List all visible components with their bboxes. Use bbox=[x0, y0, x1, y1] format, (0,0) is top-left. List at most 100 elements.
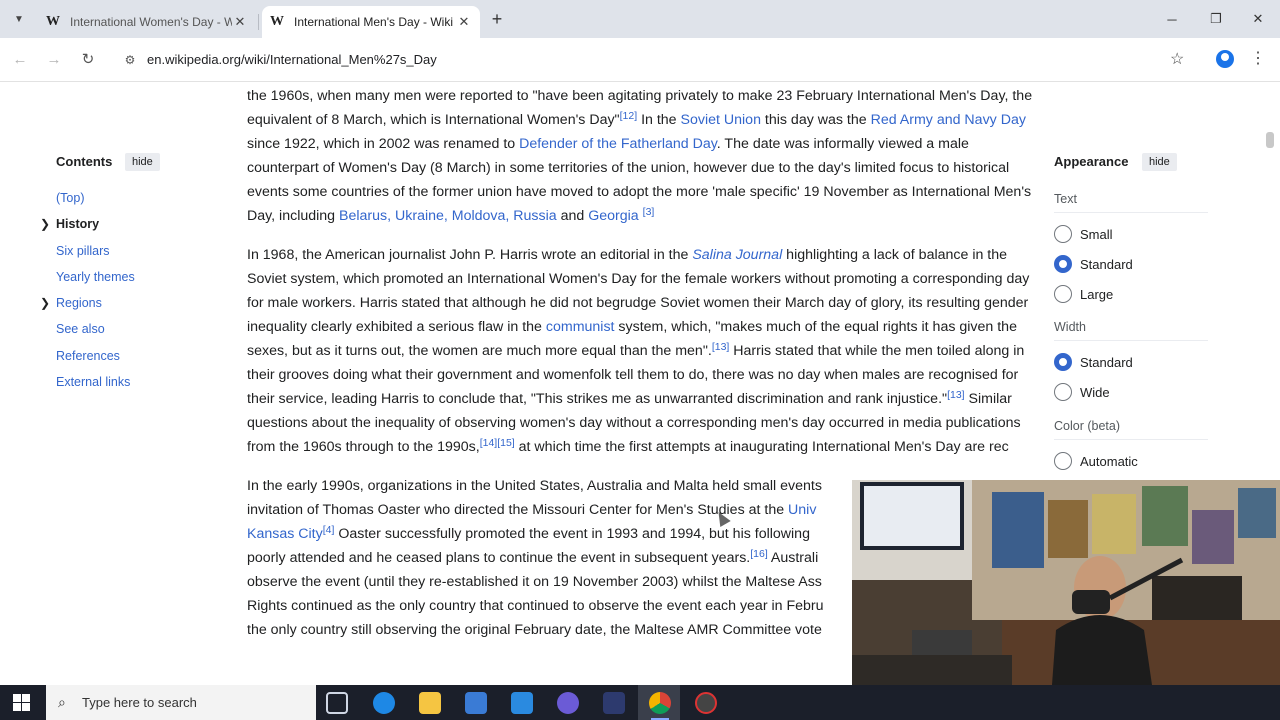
radio-label: Wide bbox=[1080, 385, 1110, 400]
expand-chevron-icon[interactable]: ❯ bbox=[40, 296, 50, 310]
mail-icon[interactable] bbox=[511, 692, 533, 714]
edge-browser-icon[interactable] bbox=[373, 692, 395, 714]
search-placeholder[interactable]: Type here to search bbox=[82, 695, 197, 710]
text: In the early 1990s, organizations in the… bbox=[247, 478, 822, 494]
calculator-icon[interactable] bbox=[603, 692, 625, 714]
link-soviet-union[interactable]: Soviet Union bbox=[681, 112, 761, 128]
tab-strip: ▼ W International Women's Day - W ✕ W In… bbox=[0, 0, 1280, 38]
radio-text-large[interactable] bbox=[1054, 285, 1072, 303]
citation-link[interactable]: [13] bbox=[712, 341, 730, 353]
radio-label: Standard bbox=[1080, 355, 1133, 370]
link-defender-day[interactable]: Defender of the Fatherland Day bbox=[519, 136, 717, 152]
new-tab-button[interactable]: + bbox=[486, 8, 508, 30]
tab-international-womens-day[interactable]: W International Women's Day - W ✕ bbox=[38, 6, 256, 38]
link-georgia[interactable]: Georgia bbox=[588, 208, 638, 224]
text: Australi bbox=[767, 550, 819, 566]
minimize-icon[interactable]: ─ bbox=[1150, 0, 1194, 38]
link-red-army-day[interactable]: Red Army and Navy Day bbox=[871, 112, 1026, 128]
radio-color-automatic[interactable] bbox=[1054, 452, 1072, 470]
bookmark-star-icon[interactable]: ☆ bbox=[1170, 49, 1184, 69]
toc-item-references[interactable]: References bbox=[56, 349, 120, 363]
tab-divider bbox=[258, 14, 259, 30]
restore-icon[interactable]: ❐ bbox=[1194, 0, 1238, 38]
paragraph-soviet-origins: the 1960s, when many men were reported t… bbox=[247, 84, 1037, 228]
text: poorly attended and he ceased plans to c… bbox=[247, 550, 751, 566]
page-scrollbar[interactable] bbox=[1266, 132, 1274, 148]
divider bbox=[1054, 439, 1208, 440]
site-info-icon[interactable]: ⚙ bbox=[122, 52, 138, 68]
webcam-image bbox=[852, 480, 1280, 685]
citation-link[interactable]: [4] bbox=[323, 524, 335, 536]
radio-label: Standard bbox=[1080, 257, 1133, 272]
obs-recorder-icon[interactable] bbox=[695, 692, 717, 714]
radio-width-wide[interactable] bbox=[1054, 383, 1072, 401]
link-communist[interactable]: communist bbox=[546, 319, 615, 335]
toc-item-see-also[interactable]: See also bbox=[56, 322, 105, 336]
link-countries[interactable]: Belarus, Ukraine, Moldova, Russia bbox=[339, 208, 557, 224]
link-salina-journal[interactable]: Salina Journal bbox=[692, 247, 782, 263]
appearance-hide-button[interactable]: hide bbox=[1142, 153, 1177, 171]
close-tab-icon[interactable]: ✕ bbox=[232, 14, 248, 30]
radio-label: Small bbox=[1080, 227, 1113, 242]
task-view-icon[interactable] bbox=[326, 692, 348, 714]
link-kansas-city[interactable]: Kansas City bbox=[247, 526, 323, 542]
appearance-heading: Appearance bbox=[1054, 154, 1129, 169]
more-menu-icon[interactable]: ⋮ bbox=[1250, 48, 1266, 68]
tab-search-icon[interactable]: ▼ bbox=[8, 8, 30, 30]
text: this day was the bbox=[760, 112, 871, 128]
citation-link[interactable]: [14][15] bbox=[480, 437, 515, 449]
text: In the bbox=[637, 112, 681, 128]
profile-avatar-icon[interactable] bbox=[1216, 50, 1234, 68]
toc-item-regions[interactable]: Regions bbox=[56, 296, 102, 310]
text: since 1922, which in 2002 was renamed to bbox=[247, 136, 520, 152]
radio-width-standard[interactable] bbox=[1054, 353, 1072, 371]
citation-link[interactable]: [13] bbox=[947, 389, 965, 401]
toc-item-six-pillars[interactable]: Six pillars bbox=[56, 244, 110, 258]
tab-international-mens-day[interactable]: W International Men's Day - Wiki ✕ bbox=[262, 6, 480, 38]
toc-item-history[interactable]: History bbox=[56, 217, 99, 231]
microsoft-store-icon[interactable] bbox=[465, 692, 487, 714]
radio-text-small[interactable] bbox=[1054, 225, 1072, 243]
file-explorer-icon[interactable] bbox=[419, 692, 441, 714]
close-tab-icon[interactable]: ✕ bbox=[456, 14, 472, 30]
radio-label: Automatic bbox=[1080, 454, 1138, 469]
radio-text-standard[interactable] bbox=[1054, 255, 1072, 273]
link-university[interactable]: Univ bbox=[788, 502, 816, 518]
text-size-label: Text bbox=[1054, 192, 1077, 206]
wikipedia-favicon-icon: W bbox=[270, 14, 284, 29]
address-bar[interactable]: ⚙ en.wikipedia.org/wiki/International_Me… bbox=[112, 44, 1208, 76]
text: Rights continued as the only country tha… bbox=[247, 598, 824, 614]
toc-item-top[interactable]: (Top) bbox=[56, 191, 84, 205]
forward-arrow-icon[interactable]: → bbox=[42, 48, 66, 72]
text: Oaster successfully promoted the event i… bbox=[334, 526, 810, 542]
toc-item-external-links[interactable]: External links bbox=[56, 375, 130, 389]
toc-heading: Contents bbox=[56, 154, 113, 169]
tab-title: International Men's Day - Wiki bbox=[294, 15, 454, 29]
citation-link[interactable]: [3] bbox=[643, 206, 655, 218]
wikipedia-favicon-icon: W bbox=[46, 14, 60, 29]
close-window-icon[interactable]: ✕ bbox=[1236, 0, 1280, 38]
browser-toolbar: ← → ↻ ⚙ en.wikipedia.org/wiki/Internatio… bbox=[0, 38, 1280, 82]
reload-icon[interactable]: ↻ bbox=[76, 48, 100, 72]
webcam-overlay bbox=[852, 480, 1280, 685]
text: In 1968, the American journalist John P.… bbox=[247, 247, 693, 263]
url-text[interactable]: en.wikipedia.org/wiki/International_Men%… bbox=[147, 52, 437, 67]
back-arrow-icon[interactable]: ← bbox=[8, 48, 32, 72]
windows-start-icon[interactable] bbox=[13, 694, 30, 711]
text: observe the event (until they re-establi… bbox=[247, 574, 822, 590]
text: the only country still observing the ori… bbox=[247, 622, 822, 638]
citation-link[interactable]: [16] bbox=[750, 548, 768, 560]
app-icon[interactable] bbox=[557, 692, 579, 714]
color-label: Color (beta) bbox=[1054, 419, 1120, 433]
taskbar-search-box[interactable]: ⌕ Type here to search bbox=[46, 685, 316, 720]
text: invitation of Thomas Oaster who directed… bbox=[247, 502, 789, 518]
divider bbox=[1054, 340, 1208, 341]
text: at which time the first attempts at inau… bbox=[514, 439, 1009, 455]
text: and bbox=[556, 208, 589, 224]
citation-link[interactable]: [12] bbox=[620, 110, 638, 122]
toc-hide-button[interactable]: hide bbox=[125, 153, 160, 171]
expand-chevron-icon[interactable]: ❯ bbox=[40, 217, 50, 231]
radio-label: Large bbox=[1080, 287, 1114, 302]
chrome-icon[interactable] bbox=[649, 692, 671, 714]
toc-item-yearly-themes[interactable]: Yearly themes bbox=[56, 270, 135, 284]
